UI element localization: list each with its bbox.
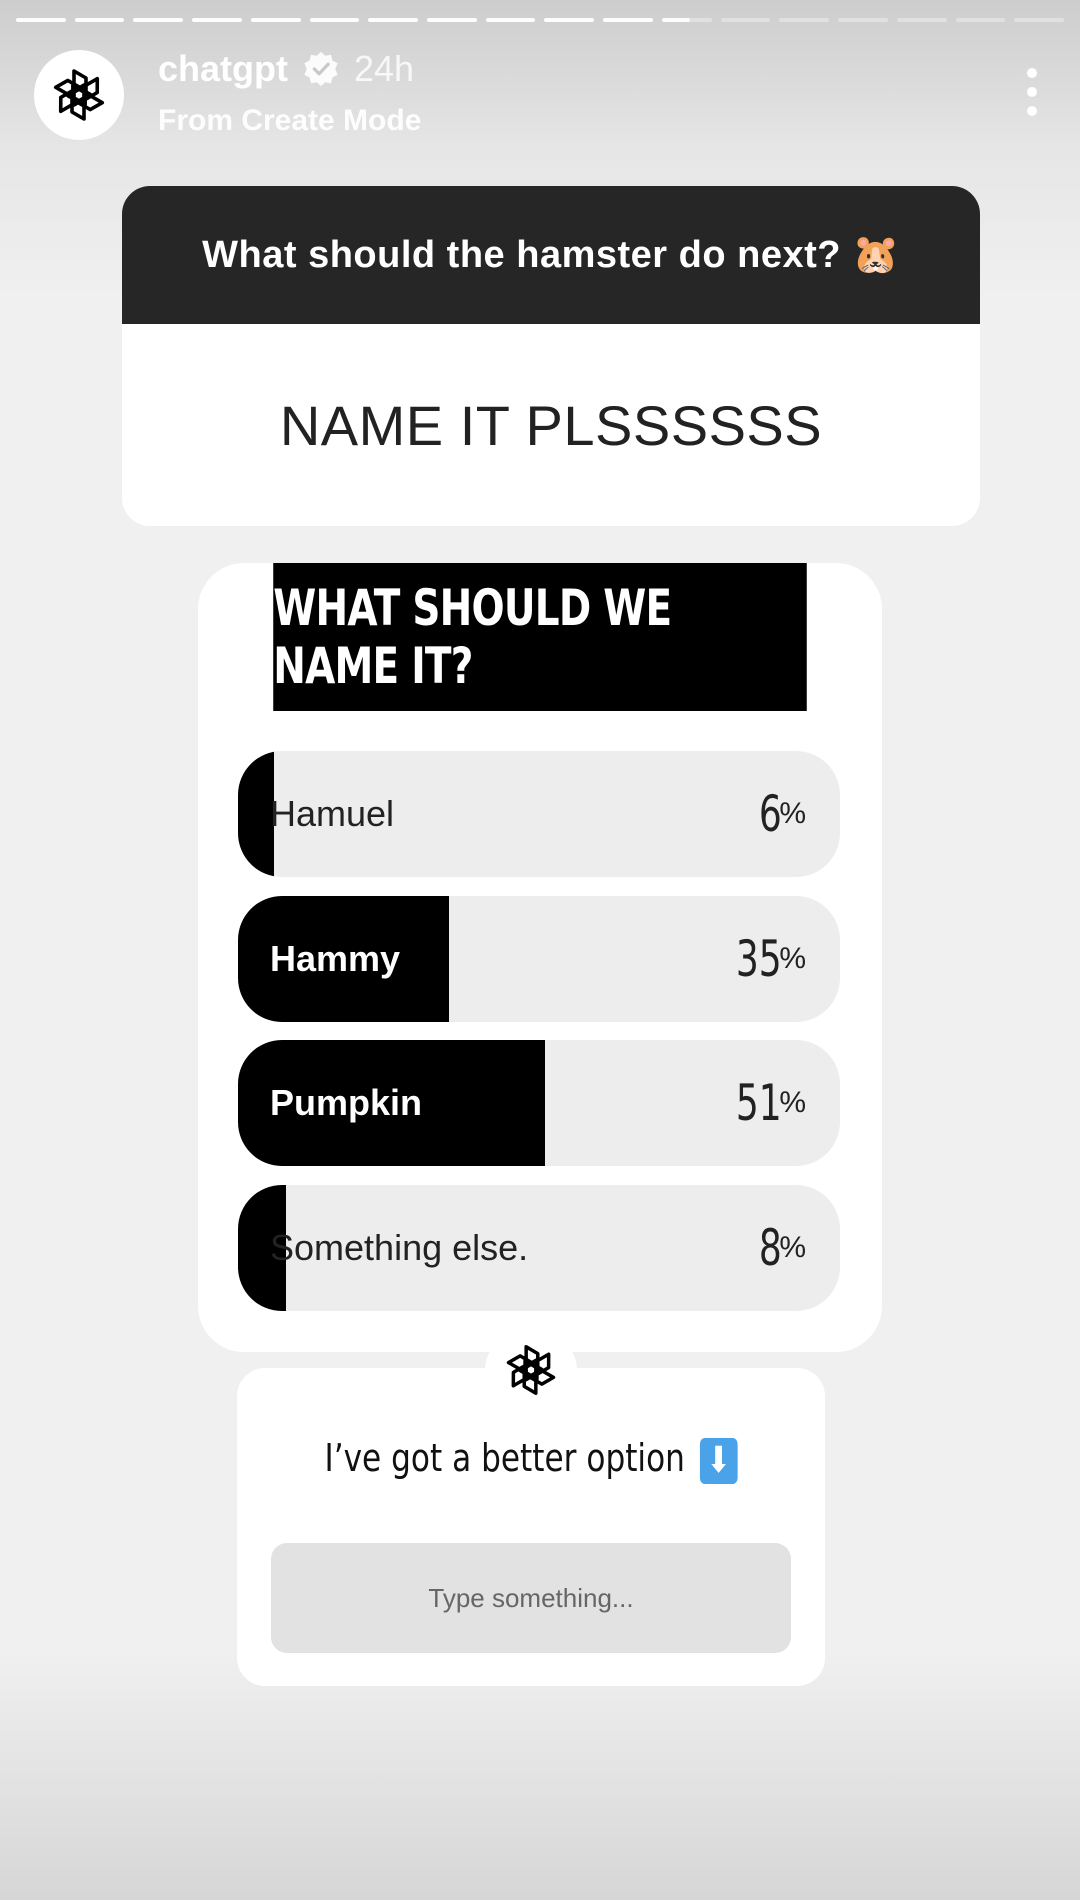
poll-option-hamuel[interactable]: Hamuel 6% (238, 751, 840, 877)
username[interactable]: chatgpt (158, 48, 288, 90)
poll-option-label: Hamuel (270, 793, 395, 834)
question-answer: NAME IT PLSSSSSS (279, 393, 823, 457)
poll-option-label: Pumpkin (270, 1082, 423, 1123)
openai-logo-icon (505, 1345, 557, 1395)
poll-option-percent: 8% (758, 1219, 806, 1277)
story-segment (720, 18, 771, 22)
profile-avatar[interactable] (34, 50, 124, 140)
story-segment (192, 18, 242, 22)
story-segment (896, 18, 947, 22)
poll-option-label: Hammy (270, 938, 401, 979)
story-segment (16, 18, 66, 22)
add-yours-sticker: I’ve got a better option ⬇ Type somethin… (237, 1368, 825, 1686)
story-segment (955, 18, 1006, 22)
poll-option-fill (238, 751, 275, 877)
poll-option-percent: 35% (735, 930, 806, 988)
story-segment (427, 18, 477, 22)
poll-option-hammy[interactable]: Hammy 35% (238, 896, 840, 1022)
poll-sticker: WHAT SHOULD WE NAME IT? Hamuel 6% Hammy … (198, 563, 882, 1352)
down-arrow-icon: ⬇ (699, 1437, 738, 1484)
story-subtitle[interactable]: From Create Mode (158, 104, 421, 138)
story-progress-bar (16, 18, 1064, 22)
story-segment (309, 18, 360, 22)
question-sticker: What should the hamster do next? 🐹 NAME … (122, 186, 980, 526)
story-segment (838, 18, 888, 22)
story-segment (779, 18, 830, 22)
post-time: 24h (354, 48, 415, 89)
verified-badge-icon (304, 51, 338, 87)
story-segment (250, 18, 301, 22)
reply-prompt: I’ve got a better option ⬇ (290, 1436, 772, 1484)
more-options-icon[interactable] (1026, 68, 1038, 116)
story-segment (133, 18, 184, 22)
poll-option-percent: 51% (735, 1074, 806, 1132)
story-segment (1014, 18, 1064, 22)
reply-avatar-badge (485, 1332, 577, 1408)
poll-option-percent: 6% (758, 785, 806, 843)
openai-logo-icon (52, 69, 106, 121)
poll-option-pumpkin[interactable]: Pumpkin 51% (238, 1040, 840, 1166)
story-segment (544, 18, 595, 22)
story-segment (368, 18, 419, 22)
story-segment (485, 18, 536, 22)
story-segment (661, 18, 712, 22)
poll-option-something-else[interactable]: Something else. 8% (238, 1185, 840, 1311)
poll-option-label: Something else. (270, 1227, 529, 1268)
account-header: chatgpt 24h (158, 48, 414, 90)
story-segment (603, 18, 653, 22)
reply-text-input[interactable]: Type something... (271, 1543, 791, 1653)
poll-title: WHAT SHOULD WE NAME IT? (273, 563, 807, 711)
story-segment (74, 18, 125, 22)
question-prompt: What should the hamster do next? 🐹 (122, 186, 980, 324)
